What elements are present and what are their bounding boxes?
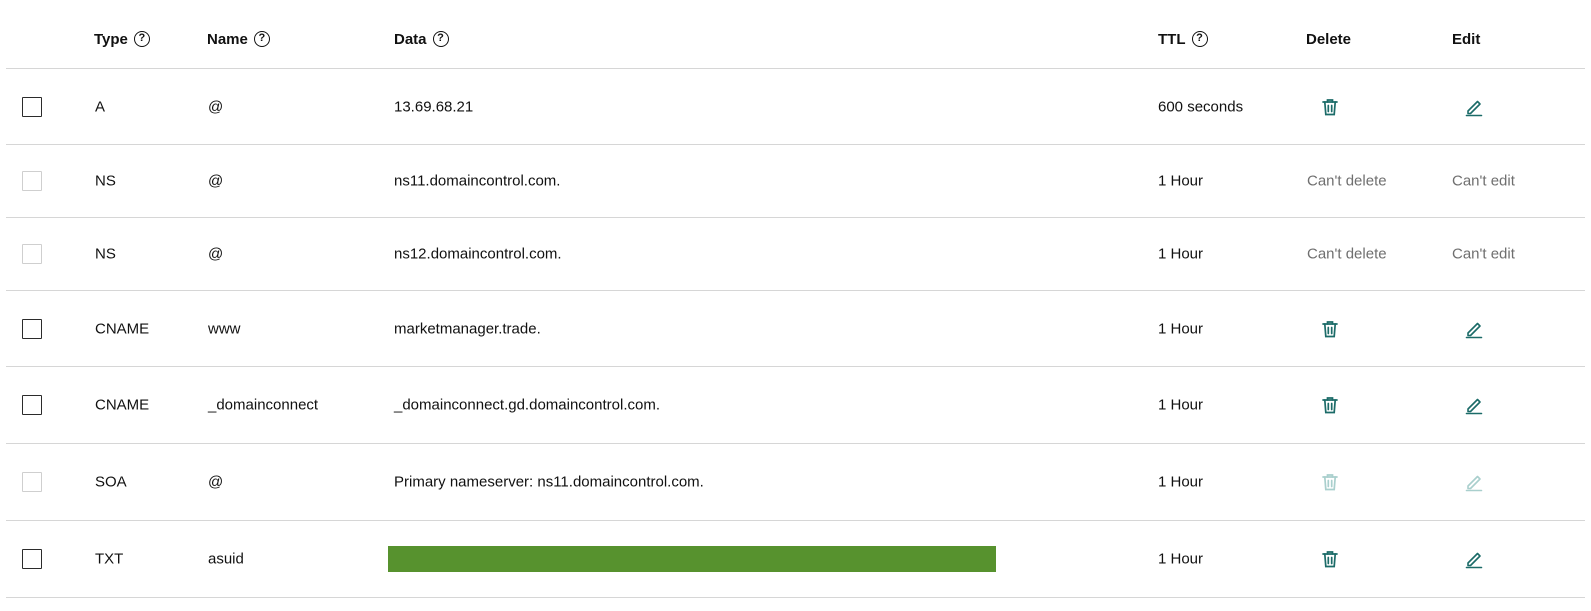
record-type: CNAME — [95, 320, 150, 337]
header-delete: Delete — [1306, 29, 1351, 49]
delete-icon[interactable] — [1321, 97, 1339, 116]
table-row: SOA @ Primary nameserver: ns11.domaincontr… — [6, 444, 1585, 521]
table-body: A @13.69.68.21 600 seconds NS @ ns11.domainco… — [6, 69, 1585, 598]
header-name-label: Name — [207, 30, 248, 48]
header-ttl-label: TTL — [1158, 30, 1186, 48]
record-type: SOA — [95, 473, 127, 491]
table-row: TXT asuid 1 Hour — [6, 521, 1585, 598]
table-row: CNAME www marketmanager.trade. 1 Hour — [6, 291, 1585, 367]
dns-records-table: Type ? Name ? Data ? TTL ? Delete Edit A… — [6, 0, 1585, 598]
row-checkbox[interactable] — [22, 318, 42, 339]
cant-delete-label: Can't delete — [1307, 245, 1387, 263]
header-name: Name ? — [207, 29, 270, 49]
record-name: @ — [208, 245, 224, 263]
record-ttl: 1 Hour — [1158, 172, 1204, 190]
row-checkbox — [22, 171, 42, 191]
cant-edit-label: Can't edit — [1452, 172, 1515, 190]
header-delete-label: Delete — [1306, 30, 1352, 48]
edit-icon[interactable] — [1465, 396, 1483, 415]
row-checkbox[interactable] — [22, 395, 42, 415]
record-data: Primary nameserver: ns11.domaincontrol.c… — [394, 473, 704, 491]
record-data: 13.69.68.21 — [394, 98, 474, 115]
row-checkbox — [22, 244, 42, 264]
record-type: A — [95, 98, 106, 115]
record-type: NS — [95, 245, 116, 263]
help-icon[interactable]: ? — [133, 31, 150, 47]
record-ttl: 600 seconds — [1158, 98, 1244, 115]
edit-icon[interactable] — [1465, 97, 1483, 116]
header-data-label: Data — [394, 30, 427, 48]
record-name: _domainconnect — [208, 396, 319, 414]
record-name: @ — [208, 98, 224, 115]
record-name: @ — [208, 473, 224, 491]
table-header: Type ? Name ? Data ? TTL ? Delete Edit — [6, 0, 1585, 69]
table-row: A @13.69.68.21 600 seconds — [6, 69, 1585, 145]
delete-icon — [1321, 473, 1339, 492]
help-icon[interactable]: ? — [432, 31, 449, 47]
row-checkbox[interactable] — [22, 549, 42, 569]
row-checkbox — [22, 472, 42, 492]
edit-icon[interactable] — [1465, 550, 1483, 569]
edit-icon[interactable] — [1465, 319, 1483, 338]
record-name: asuid — [208, 550, 244, 568]
table-row: NS @ ns11.domaincontrol.com. 1 Hour Can't de… — [6, 145, 1585, 218]
record-name: www — [208, 320, 241, 337]
header-edit: Edit — [1452, 29, 1480, 49]
header-type-label: Type — [94, 30, 128, 48]
record-data: ns12.domaincontrol.com. — [394, 245, 562, 263]
help-icon[interactable]: ? — [1191, 31, 1208, 47]
delete-icon[interactable] — [1321, 319, 1339, 338]
table-row: CNAME _domainconnect _domainconnect.gd.dom… — [6, 367, 1585, 444]
delete-icon[interactable] — [1321, 550, 1339, 569]
record-data: _domainconnect.gd.domaincontrol.com. — [394, 396, 660, 414]
record-type: TXT — [95, 550, 124, 568]
help-icon[interactable]: ? — [253, 31, 270, 47]
table-row: NS @ ns12.domaincontrol.com. 1 Hour Can't de… — [6, 218, 1585, 291]
header-ttl: TTL ? — [1158, 29, 1208, 49]
redacted-data-block — [388, 546, 996, 572]
edit-icon — [1465, 473, 1483, 492]
delete-icon[interactable] — [1321, 396, 1339, 415]
record-ttl: 1 Hour — [1158, 320, 1204, 337]
record-ttl: 1 Hour — [1158, 473, 1204, 491]
header-edit-label: Edit — [1452, 30, 1481, 48]
row-checkbox[interactable] — [22, 96, 42, 117]
header-type: Type ? — [94, 29, 150, 49]
record-name: @ — [208, 172, 224, 190]
cant-edit-label: Can't edit — [1452, 245, 1515, 263]
record-ttl: 1 Hour — [1158, 245, 1204, 263]
record-ttl: 1 Hour — [1158, 550, 1204, 568]
record-type: NS — [95, 172, 116, 190]
record-type: CNAME — [95, 396, 150, 414]
record-ttl: 1 Hour — [1158, 396, 1204, 414]
header-data: Data ? — [394, 29, 449, 49]
record-data: ns11.domaincontrol.com. — [394, 172, 561, 190]
record-data: marketmanager.trade. — [394, 320, 541, 337]
cant-delete-label: Can't delete — [1307, 172, 1387, 190]
